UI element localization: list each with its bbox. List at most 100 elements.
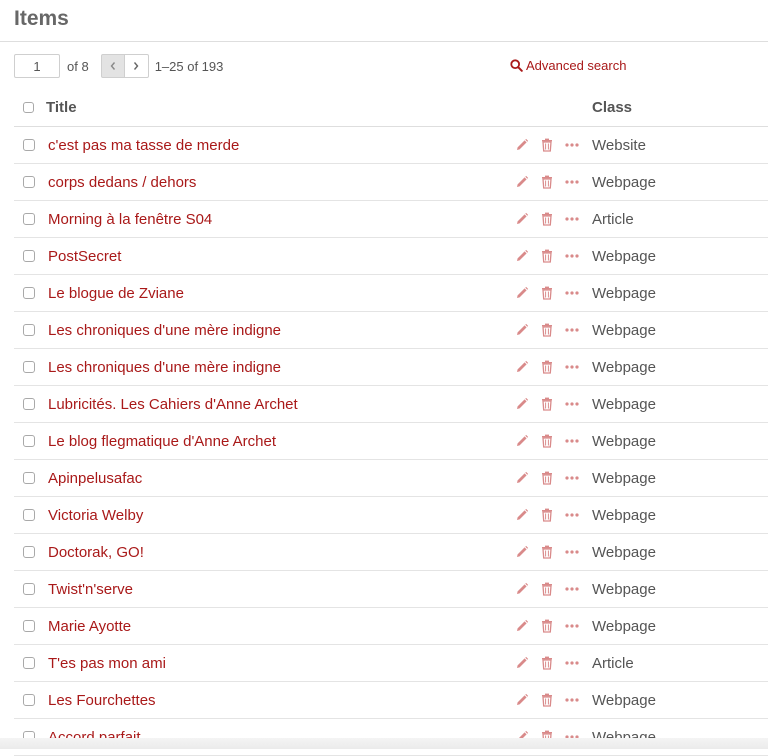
pencil-icon[interactable] <box>514 544 530 560</box>
trash-icon[interactable] <box>539 359 555 375</box>
row-select-checkbox[interactable] <box>23 620 35 632</box>
row-select-checkbox[interactable] <box>23 250 35 262</box>
trash-icon[interactable] <box>539 322 555 338</box>
row-select-checkbox[interactable] <box>23 546 35 558</box>
item-title-link[interactable]: Les chroniques d'une mère indigne <box>48 359 281 376</box>
pencil-icon[interactable] <box>514 211 530 227</box>
pencil-icon[interactable] <box>514 655 530 671</box>
pager-buttons <box>100 54 149 78</box>
row-select-checkbox[interactable] <box>23 324 35 336</box>
pencil-icon[interactable] <box>514 396 530 412</box>
ellipsis-icon[interactable] <box>564 211 580 227</box>
row-select-checkbox[interactable] <box>23 213 35 225</box>
trash-icon[interactable] <box>539 507 555 523</box>
trash-icon[interactable] <box>539 396 555 412</box>
row-select-checkbox[interactable] <box>23 657 35 669</box>
pencil-icon[interactable] <box>514 581 530 597</box>
ellipsis-icon[interactable] <box>564 285 580 301</box>
pencil-icon[interactable] <box>514 433 530 449</box>
row-select-checkbox[interactable] <box>23 694 35 706</box>
ellipsis-icon[interactable] <box>564 581 580 597</box>
row-select-checkbox[interactable] <box>23 509 35 521</box>
pencil-icon[interactable] <box>514 322 530 338</box>
item-class: Webpage <box>592 174 656 191</box>
row-select-checkbox[interactable] <box>23 287 35 299</box>
trash-icon[interactable] <box>539 581 555 597</box>
ellipsis-icon[interactable] <box>564 507 580 523</box>
row-select-checkbox[interactable] <box>23 398 35 410</box>
item-title-link[interactable]: PostSecret <box>48 248 121 265</box>
ellipsis-icon[interactable] <box>564 174 580 190</box>
item-title-link[interactable]: c'est pas ma tasse de merde <box>48 137 239 154</box>
row-actions <box>514 359 589 375</box>
page-count: of 8 <box>67 58 89 74</box>
table-row: Le blog flegmatique d'Anne Archet Webpage <box>14 423 768 460</box>
row-select-checkbox[interactable] <box>23 139 35 151</box>
item-title-link[interactable]: Morning à la fenêtre S04 <box>48 211 212 228</box>
item-title-link[interactable]: Doctorak, GO! <box>48 544 144 561</box>
ellipsis-icon[interactable] <box>564 322 580 338</box>
item-class: Webpage <box>592 396 656 413</box>
trash-icon[interactable] <box>539 174 555 190</box>
row-select-checkbox[interactable] <box>23 435 35 447</box>
ellipsis-icon[interactable] <box>564 655 580 671</box>
ellipsis-icon[interactable] <box>564 544 580 560</box>
pencil-icon[interactable] <box>514 618 530 634</box>
item-title-link[interactable]: T'es pas mon ami <box>48 655 166 672</box>
next-page-button[interactable] <box>124 54 149 78</box>
trash-icon[interactable] <box>539 137 555 153</box>
ellipsis-icon[interactable] <box>564 618 580 634</box>
table-row: Apinpelusafac Webpage <box>14 460 768 497</box>
advanced-search-link[interactable]: Advanced search <box>510 58 626 73</box>
item-class: Webpage <box>592 618 656 635</box>
ellipsis-icon[interactable] <box>564 359 580 375</box>
row-select-checkbox[interactable] <box>23 472 35 484</box>
ellipsis-icon[interactable] <box>564 692 580 708</box>
pencil-icon[interactable] <box>514 285 530 301</box>
table-row: T'es pas mon ami Article <box>14 645 768 682</box>
page-number-input[interactable] <box>14 54 60 78</box>
row-select-checkbox[interactable] <box>23 583 35 595</box>
item-title-link[interactable]: Lubricités. Les Cahiers d'Anne Archet <box>48 396 298 413</box>
row-select-checkbox[interactable] <box>23 176 35 188</box>
trash-icon[interactable] <box>539 248 555 264</box>
item-title-link[interactable]: Les chroniques d'une mère indigne <box>48 322 281 339</box>
trash-icon[interactable] <box>539 433 555 449</box>
item-title-link[interactable]: corps dedans / dehors <box>48 174 196 191</box>
trash-icon[interactable] <box>539 211 555 227</box>
item-title-link[interactable]: Apinpelusafac <box>48 470 142 487</box>
previous-page-button[interactable] <box>100 54 125 78</box>
ellipsis-icon[interactable] <box>564 137 580 153</box>
ellipsis-icon[interactable] <box>564 433 580 449</box>
pencil-icon[interactable] <box>514 174 530 190</box>
pencil-icon[interactable] <box>514 507 530 523</box>
result-range: 1–25 of 193 <box>154 58 224 74</box>
pencil-icon[interactable] <box>514 692 530 708</box>
row-actions <box>514 618 589 634</box>
select-all-checkbox[interactable] <box>23 102 34 113</box>
item-title-link[interactable]: Le blog flegmatique d'Anne Archet <box>48 433 276 450</box>
row-actions <box>514 470 589 486</box>
item-title-link[interactable]: Le blogue de Zviane <box>48 285 184 302</box>
row-actions <box>514 655 589 671</box>
item-title-link[interactable]: Twist'n'serve <box>48 581 133 598</box>
trash-icon[interactable] <box>539 285 555 301</box>
trash-icon[interactable] <box>539 470 555 486</box>
ellipsis-icon[interactable] <box>564 248 580 264</box>
trash-icon[interactable] <box>539 618 555 634</box>
table-row: corps dedans / dehors Webpage <box>14 164 768 201</box>
trash-icon[interactable] <box>539 655 555 671</box>
pencil-icon[interactable] <box>514 470 530 486</box>
row-select-checkbox[interactable] <box>23 361 35 373</box>
pencil-icon[interactable] <box>514 359 530 375</box>
ellipsis-icon[interactable] <box>564 396 580 412</box>
table-row: Morning à la fenêtre S04 Article <box>14 201 768 238</box>
pencil-icon[interactable] <box>514 137 530 153</box>
pencil-icon[interactable] <box>514 248 530 264</box>
item-title-link[interactable]: Les Fourchettes <box>48 692 156 709</box>
ellipsis-icon[interactable] <box>564 470 580 486</box>
item-title-link[interactable]: Victoria Welby <box>48 507 143 524</box>
item-title-link[interactable]: Marie Ayotte <box>48 618 131 635</box>
trash-icon[interactable] <box>539 544 555 560</box>
trash-icon[interactable] <box>539 692 555 708</box>
